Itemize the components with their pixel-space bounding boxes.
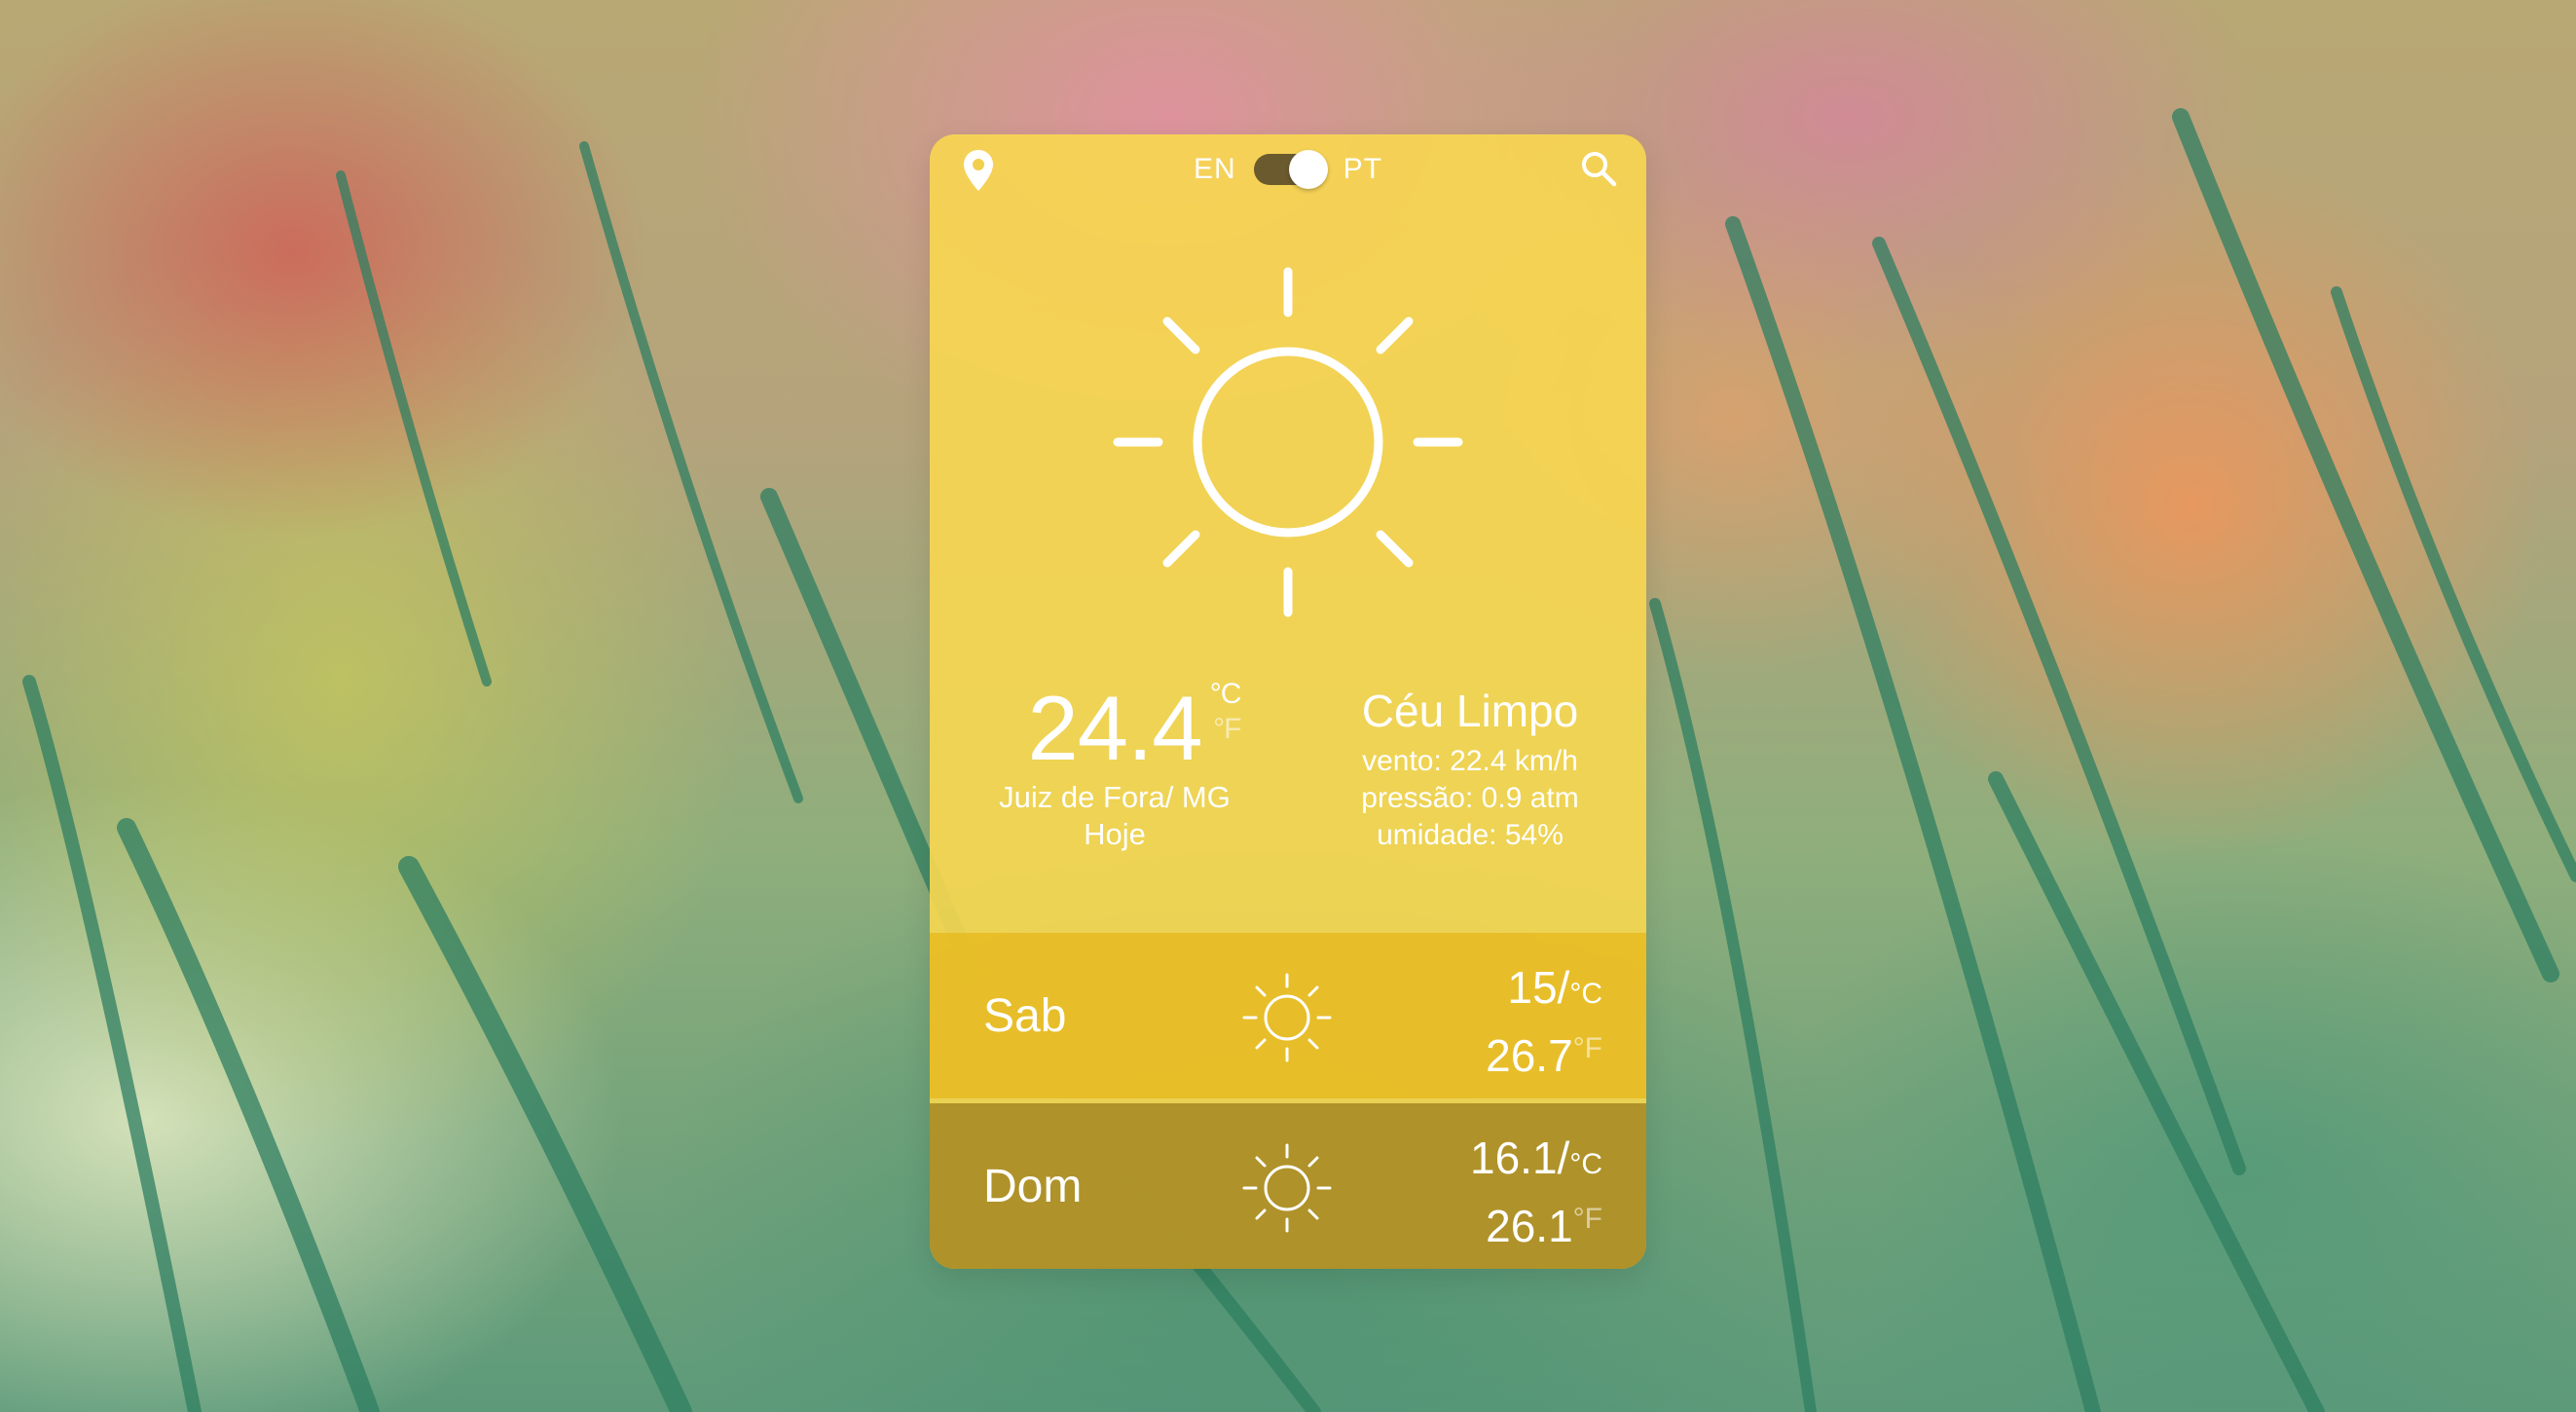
forecast-day: Dom — [983, 1160, 1083, 1212]
celsius-unit-button[interactable]: °C — [1210, 680, 1242, 709]
sun-icon — [1242, 1143, 1332, 1233]
pressure-info: pressão: 0.9 atm — [1361, 782, 1579, 814]
forecast-temp-f: 26.7 — [1486, 1030, 1573, 1081]
language-toggle[interactable] — [1253, 150, 1328, 189]
toggle-knob[interactable] — [1288, 150, 1328, 189]
forecast-unit-c: °C — [1569, 978, 1602, 1010]
sun-icon — [1113, 267, 1463, 617]
current-temperature: 24.4 °C °F — [1027, 677, 1242, 779]
forecast-temperatures: 16.1/°C 26.1°F — [1470, 1131, 1602, 1253]
day-label: Hoje — [1084, 817, 1146, 851]
location-name: Juiz de Fora/ MG — [999, 780, 1231, 814]
conditions-block: Céu Limpo vento: 22.4 km/h pressão: 0.9 … — [1319, 685, 1621, 854]
forecast-row: Dom 16.1/°C 26.1°F — [930, 1103, 1646, 1269]
current-temperature-block: 24.4 °C °F Juiz de Fora/ MG Hoje — [969, 680, 1261, 853]
language-switch: EN PT — [930, 148, 1646, 191]
forecast-unit-c: °C — [1569, 1148, 1602, 1180]
wind-info: vento: 22.4 km/h — [1362, 745, 1578, 777]
forecast-row: Sab 15/°C 26.7°F — [930, 933, 1646, 1098]
top-bar: EN PT — [930, 134, 1646, 212]
forecast-unit-f: °F — [1572, 1032, 1602, 1064]
language-pt-label[interactable]: PT — [1343, 153, 1382, 186]
weather-card: EN PT 24.4 °C °F Juiz de Fora/ MG Hoje C… — [930, 134, 1646, 1269]
forecast-unit-f: °F — [1572, 1203, 1602, 1235]
forecast-day: Sab — [983, 989, 1067, 1042]
condition-title: Céu Limpo — [1361, 686, 1579, 736]
language-en-label[interactable]: EN — [1194, 153, 1236, 186]
forecast-temperatures: 15/°C 26.7°F — [1486, 960, 1602, 1083]
search-icon[interactable] — [1578, 148, 1619, 189]
humidity-info: umidade: 54% — [1377, 819, 1564, 851]
forecast-temp-c: 16.1/ — [1470, 1133, 1570, 1183]
fahrenheit-unit-button[interactable]: °F — [1213, 715, 1241, 744]
forecast-temp-f: 26.1 — [1486, 1201, 1573, 1251]
sun-icon — [1242, 973, 1332, 1062]
forecast-temp-c: 15/ — [1507, 962, 1570, 1013]
temperature-value: 24.4 — [1027, 677, 1203, 779]
